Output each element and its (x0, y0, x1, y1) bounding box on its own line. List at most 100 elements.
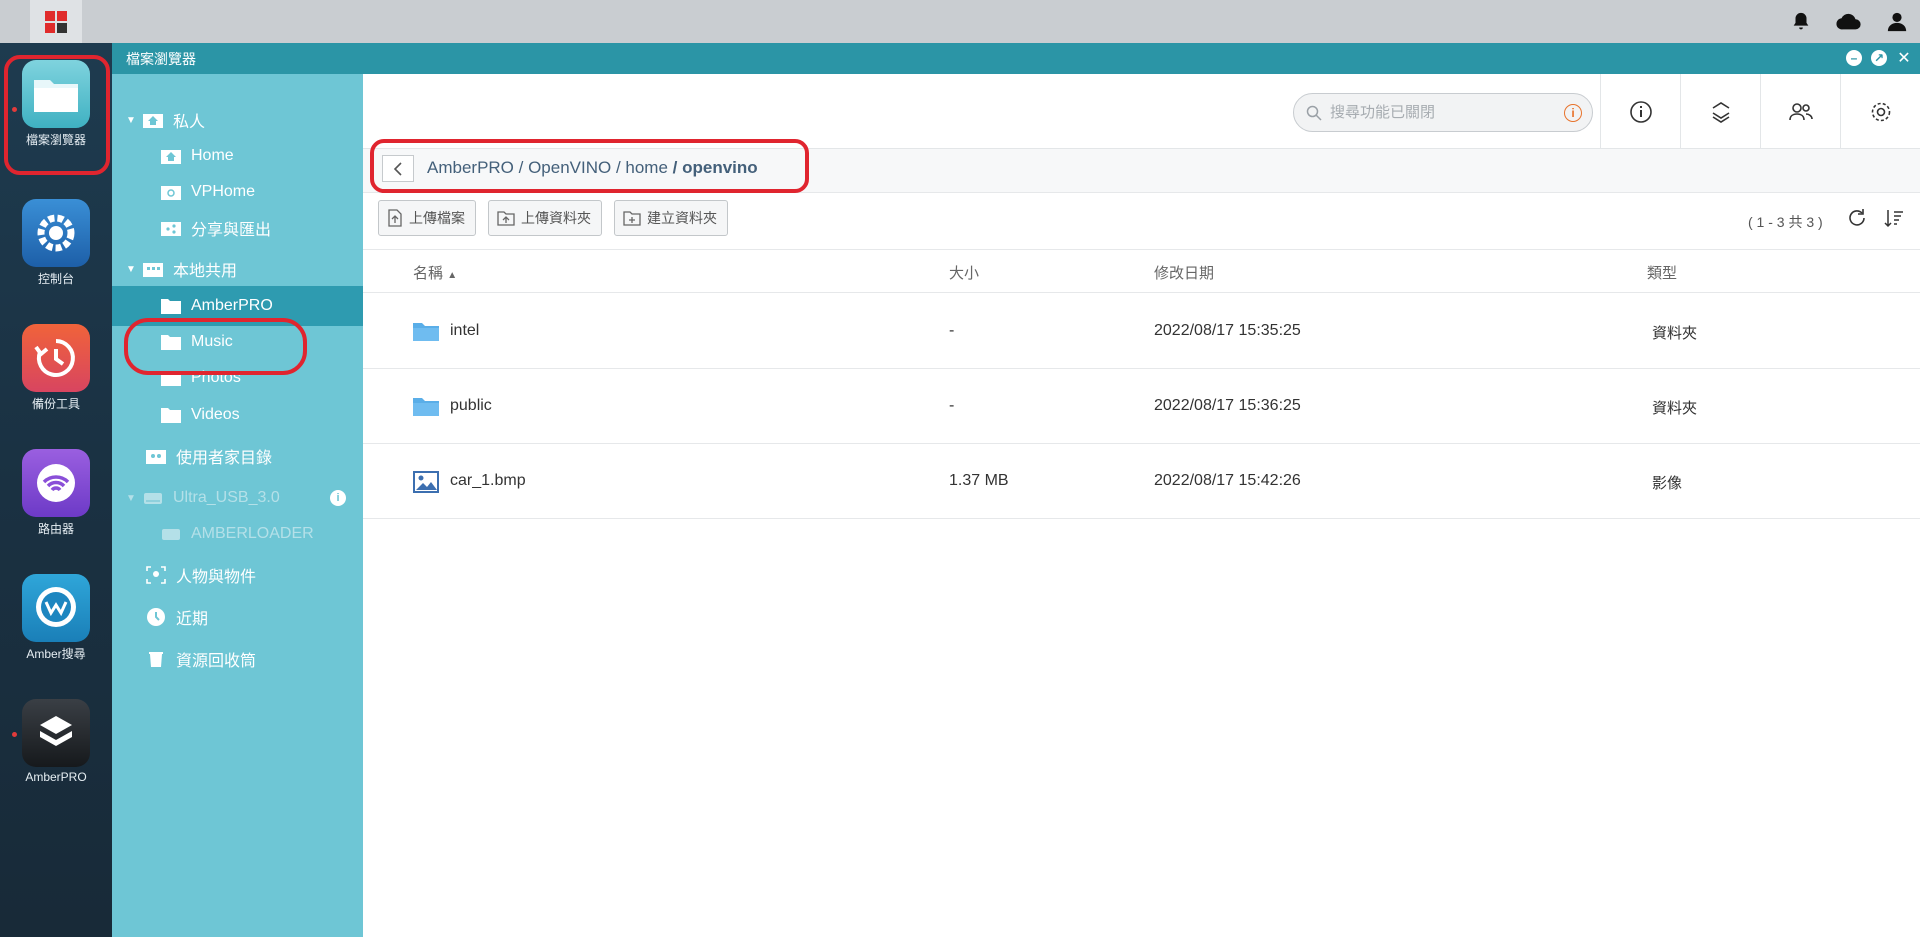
folder-icon (160, 297, 182, 315)
upload-folder-icon (497, 211, 515, 226)
column-header-type[interactable]: 類型 (1647, 262, 1677, 283)
table-row[interactable]: public - 2022/08/17 15:36:25 資料夾 (363, 369, 1920, 444)
sidebar-label: Home (191, 147, 234, 164)
sort-ascending-icon: ▲ (447, 270, 458, 281)
sidebar-label: 人物與物件 (176, 569, 257, 586)
create-folder-button[interactable]: 建立資料夾 (614, 200, 728, 236)
running-indicator (12, 732, 17, 737)
file-size: - (949, 322, 955, 339)
column-header-modified[interactable]: 修改日期 (1154, 262, 1214, 283)
sidebar-item-videos[interactable]: Videos (112, 395, 363, 435)
dock-backup[interactable]: 備份工具 (0, 324, 112, 412)
minimize-button[interactable]: – (1846, 50, 1862, 66)
sidebar-group-private[interactable]: ▼ 私人 (112, 100, 363, 140)
info-button[interactable] (1600, 74, 1680, 149)
file-modified: 2022/08/17 15:42:26 (1154, 472, 1301, 489)
column-header-size[interactable]: 大小 (949, 262, 979, 283)
sidebar-label: AMBERLOADER (191, 525, 314, 542)
file-name[interactable]: intel (450, 322, 479, 340)
window-title: 檔案瀏覽器 (126, 50, 196, 67)
folder-icon (413, 321, 439, 346)
restore-button[interactable]: ↗ (1871, 50, 1887, 66)
highlight-frame-amberpro (124, 318, 307, 375)
search-box[interactable]: i (1293, 93, 1593, 132)
file-type: 資料夾 (1652, 400, 1698, 417)
user-account-icon[interactable] (1884, 9, 1910, 35)
search-icon (1306, 105, 1322, 121)
backup-icon (22, 324, 90, 392)
tasks-button[interactable] (1680, 74, 1760, 149)
sidebar-item-people-objects[interactable]: 人物與物件 (112, 555, 363, 595)
dock-amber-search[interactable]: Amber搜尋 (0, 574, 112, 662)
sidebar-item-home[interactable]: Home (112, 136, 363, 176)
sidebar-item-amberloader[interactable]: AMBERLOADER (112, 514, 363, 554)
sidebar-item-share-export[interactable]: 分享與匯出 (112, 208, 363, 248)
home-folder-icon (160, 147, 182, 165)
router-icon (22, 449, 90, 517)
file-list-panel: i AmberPRO / OpenVINO / home / openvino … (363, 74, 1920, 937)
dock-label: Amber搜尋 (26, 647, 86, 661)
sidebar-label: Videos (191, 406, 240, 423)
sidebar-label: VPHome (191, 183, 256, 200)
sidebar-item-user-home[interactable]: 使用者家目錄 (112, 436, 363, 476)
clock-icon (145, 608, 167, 626)
image-icon (413, 471, 439, 498)
caret-down-icon[interactable]: ▼ (126, 264, 138, 275)
start-grid-icon (45, 10, 67, 33)
sidebar-label: 私人 (173, 114, 206, 131)
sidebar-item-vphome[interactable]: VPHome (112, 172, 363, 212)
folder-sidebar: ▼ 私人 Home VPHome 分享與匯出 ▼ 本地共用 AmberPRO M… (112, 74, 363, 937)
app-dock: 檔案瀏覽器 控制台 備份工具 路由器 Amber搜尋 AmberPRO (0, 43, 112, 937)
share-users-button[interactable] (1760, 74, 1840, 149)
user-home-folder-icon (145, 447, 167, 465)
start-menu-button[interactable] (30, 0, 82, 43)
sidebar-item-recycle-bin[interactable]: 資源回收筒 (112, 639, 363, 679)
file-name[interactable]: car_1.bmp (450, 472, 526, 490)
dock-router[interactable]: 路由器 (0, 449, 112, 537)
dock-label: AmberPRO (25, 770, 87, 784)
sidebar-label: 本地共用 (173, 263, 238, 280)
dock-amberpro[interactable]: AmberPRO (0, 699, 112, 784)
search-disabled-info-icon[interactable]: i (1564, 103, 1582, 122)
sidebar-group-local-shared[interactable]: ▼ 本地共用 (112, 249, 363, 289)
table-row[interactable]: car_1.bmp 1.37 MB 2022/08/17 15:42:26 影像 (363, 444, 1920, 519)
caret-down-icon[interactable]: ▼ (126, 115, 138, 126)
file-name[interactable]: public (450, 397, 492, 415)
info-icon[interactable]: i (330, 490, 346, 506)
table-row[interactable]: intel - 2022/08/17 15:35:25 資料夾 (363, 294, 1920, 369)
highlight-frame-breadcrumb (370, 139, 809, 193)
close-button[interactable]: ✕ (1896, 50, 1912, 67)
task-stack-icon (1712, 101, 1729, 123)
sidebar-item-recent[interactable]: 近期 (112, 597, 363, 637)
item-count: ( 1 - 3 共 3 ) (1748, 214, 1823, 230)
folder-icon (413, 396, 439, 421)
sort-list-icon (1884, 210, 1903, 228)
home-group-icon (142, 111, 164, 129)
sidebar-label: 近期 (176, 611, 209, 628)
upload-file-icon (388, 209, 402, 227)
info-circle-icon (1629, 100, 1652, 123)
sort-options-button[interactable] (1882, 206, 1906, 230)
dock-control-panel[interactable]: 控制台 (0, 199, 112, 287)
sidebar-group-usb[interactable]: ▼ Ultra_USB_3.0 i (112, 478, 363, 518)
notification-bell-icon[interactable] (1788, 9, 1814, 35)
cloud-icon[interactable] (1836, 9, 1862, 35)
search-input[interactable] (1330, 104, 1564, 121)
drive-icon (160, 525, 182, 543)
upload-file-button[interactable]: 上傳檔案 (378, 200, 476, 236)
dock-label: 控制台 (37, 272, 74, 286)
highlight-frame-dock (4, 55, 110, 175)
folder-icon (160, 406, 182, 424)
column-header-name[interactable]: 名稱 ▲ (413, 262, 457, 283)
gear-icon (1871, 102, 1890, 121)
system-top-bar (0, 0, 1920, 43)
amberpro-icon (22, 699, 90, 767)
refresh-button[interactable] (1845, 206, 1869, 230)
settings-button[interactable] (1840, 74, 1920, 149)
upload-folder-button[interactable]: 上傳資料夾 (488, 200, 602, 236)
create-folder-label: 建立資料夾 (647, 210, 717, 226)
main-toolbar: i (363, 74, 1920, 149)
recycle-bin-icon (145, 650, 167, 668)
upload-file-label: 上傳檔案 (409, 210, 465, 226)
caret-down-icon[interactable]: ▼ (126, 493, 138, 504)
